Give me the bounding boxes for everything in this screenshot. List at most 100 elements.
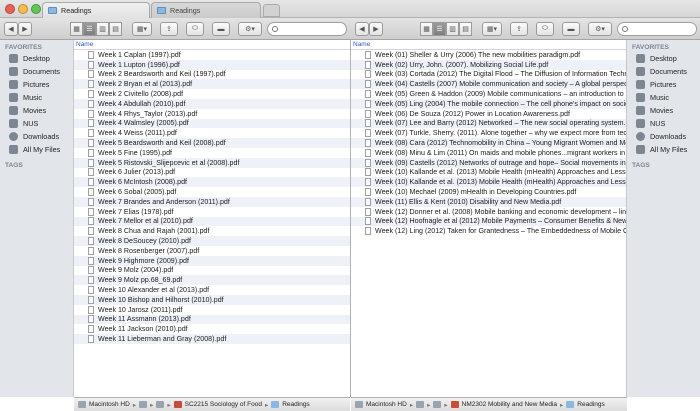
back-button-right[interactable]: ◀ xyxy=(355,22,369,36)
share-button[interactable]: ⇪ xyxy=(160,22,178,36)
close-window-button[interactable] xyxy=(5,4,15,14)
file-row[interactable]: Week 5 Beardsworth and Keil (2008).pdf xyxy=(74,138,350,148)
action-menu-button[interactable]: ⚙▾ xyxy=(238,22,262,36)
file-row[interactable]: Week 11 Assmann (2013).pdf xyxy=(74,314,350,325)
list-view-button-right[interactable]: ☰ xyxy=(433,22,446,36)
sidebar-item-music[interactable]: Music xyxy=(0,91,73,104)
file-row[interactable]: Week 1 Lupton (1996).pdf xyxy=(74,59,350,70)
path-item-macintosh-hd[interactable]: Macintosh HD xyxy=(366,401,407,408)
file-row[interactable]: Week (06) De Souza (2012) Power in Locat… xyxy=(351,109,627,119)
sidebar-item-movies[interactable]: Movies xyxy=(0,104,73,117)
sidebar-item-nus[interactable]: NUS xyxy=(0,117,73,130)
file-row[interactable]: Week (08) Minu & Lim (2011) On maids and… xyxy=(351,148,627,158)
sidebar-item-music[interactable]: Music xyxy=(627,91,700,104)
search-field-right[interactable] xyxy=(617,22,697,36)
name-column-header[interactable]: Name xyxy=(351,40,627,50)
file-row[interactable]: Week 10 Alexander et al (2013).pdf xyxy=(74,285,350,295)
sidebar-item-documents[interactable]: Documents xyxy=(627,65,700,78)
icon-view-button[interactable]: ▦ xyxy=(70,22,83,36)
file-row[interactable]: Week 2 Bryan et al (2013).pdf xyxy=(74,79,350,90)
zoom-window-button[interactable] xyxy=(31,4,41,14)
edit-tags-button-right[interactable]: ⬭ xyxy=(536,22,554,36)
file-row[interactable]: Week (01) Sheller & Urry (2006) The new … xyxy=(351,50,627,60)
forward-button[interactable]: ▶ xyxy=(18,22,32,36)
cover-flow-button[interactable]: ▤ xyxy=(109,22,122,36)
arrange-button-right[interactable]: ▦▾ xyxy=(482,22,502,36)
file-row[interactable]: Week 1 Caplan (1997).pdf xyxy=(74,50,350,60)
file-row[interactable]: Week 4 Abdullah (2010).pdf xyxy=(74,98,350,109)
file-row[interactable]: Week (08) Cara (2012) Technomobility in … xyxy=(351,138,627,148)
tab-readings-right[interactable]: Readings xyxy=(151,2,261,18)
action-menu-button-right[interactable]: ⚙▾ xyxy=(588,22,612,36)
file-row[interactable]: Week 4 Weiss (2011).pdf xyxy=(74,128,350,138)
sidebar-item-nus[interactable]: NUS xyxy=(627,117,700,130)
new-tab-button[interactable] xyxy=(263,4,280,17)
file-row[interactable]: Week 6 Julier (2013).pdf xyxy=(74,168,350,178)
arrange-button[interactable]: ▦▾ xyxy=(132,22,152,36)
tab-readings-left[interactable]: Readings xyxy=(42,2,150,18)
sidebar-item-downloads[interactable]: Downloads xyxy=(627,130,700,143)
edit-tags-button[interactable]: ⬭ xyxy=(186,22,204,36)
sidebar-item-all-my-files[interactable]: All My Files xyxy=(627,143,700,156)
file-row[interactable]: Week 4 Walmsley (2005).pdf xyxy=(74,118,350,129)
sidebar-item-documents[interactable]: Documents xyxy=(0,65,73,78)
file-row[interactable]: Week 5 Fine (1995).pdf xyxy=(74,148,350,158)
file-row[interactable]: Week (12) Ling (2012) Taken for Grantedn… xyxy=(351,226,627,236)
file-row[interactable]: Week (12) Donner et al. (2008) Mobile ba… xyxy=(351,207,627,217)
file-row[interactable]: Week (05) Ling (2004) The mobile connect… xyxy=(351,98,627,109)
column-view-button[interactable]: ▥ xyxy=(96,22,109,36)
file-row[interactable]: Week (11) Ellis & Kent (2010) Disability… xyxy=(351,196,627,207)
file-row[interactable]: Week 2 Civitello (2008).pdf xyxy=(74,89,350,99)
file-row[interactable]: Week 9 Molz (2004).pdf xyxy=(74,266,350,276)
file-row[interactable]: Week 8 Rosenberger (2007).pdf xyxy=(74,246,350,256)
sidebar-item-downloads[interactable]: Downloads xyxy=(0,130,73,143)
file-row[interactable]: Week (10) Mechael (2009) mHealth in Deve… xyxy=(351,187,627,197)
file-row[interactable]: Week 10 Bishop and Hilhorst (2010).pdf xyxy=(74,294,350,305)
new-folder-button-right[interactable]: ▬ xyxy=(562,22,580,36)
sidebar-item-desktop[interactable]: Desktop xyxy=(0,52,73,65)
list-view-button[interactable]: ☰ xyxy=(83,22,96,36)
sidebar-item-movies[interactable]: Movies xyxy=(627,104,700,117)
share-button-right[interactable]: ⇪ xyxy=(510,22,528,36)
file-row[interactable]: Week 6 Sobal (2005).pdf xyxy=(74,187,350,197)
sidebar-item-desktop[interactable]: Desktop xyxy=(627,52,700,65)
file-row[interactable]: Week 6 McIntosh (2008).pdf xyxy=(74,177,350,188)
file-row[interactable]: Week 7 Elias (1978).pdf xyxy=(74,207,350,217)
file-row[interactable]: Week 8 Chua and Rajah (2001).pdf xyxy=(74,226,350,236)
file-row[interactable]: Week (02) Urry, John. (2007). Mobilizing… xyxy=(351,59,627,70)
file-row[interactable]: Week 8 DeSoucey (2010).pdf xyxy=(74,236,350,246)
path-item-readings[interactable]: Readings xyxy=(577,401,604,408)
file-row[interactable]: Week (10) Kallande et al. (2013) Mobile … xyxy=(351,177,627,188)
file-row[interactable]: Week (09) Castells (2012) Networks of ou… xyxy=(351,157,627,168)
file-row[interactable]: Week (12) Hoofnagle et al (2012) Mobile … xyxy=(351,216,627,227)
file-row[interactable]: Week 10 Jarosz (2011).pdf xyxy=(74,305,350,315)
file-row[interactable]: Week 4 Rhys_Taylor (2013).pdf xyxy=(74,109,350,119)
file-row[interactable]: Week 9 Highmore (2009).pdf xyxy=(74,255,350,266)
path-item-readings[interactable]: Readings xyxy=(282,401,309,408)
sidebar-item-all-my-files[interactable]: All My Files xyxy=(0,143,73,156)
file-row[interactable]: Week 11 Jackson (2010).pdf xyxy=(74,324,350,334)
path-item-macintosh-hd[interactable]: Macintosh HD xyxy=(89,401,130,408)
file-row[interactable]: Week (03) Cortada (2012) The Digital Flo… xyxy=(351,70,627,80)
file-row[interactable]: Week (07) Lee and Barry (2012) Networked… xyxy=(351,118,627,129)
file-row[interactable]: Week 9 Molz pp.68_69.pdf xyxy=(74,275,350,286)
path-item-course[interactable]: SC2215 Sociology of Food xyxy=(185,401,262,408)
file-row[interactable]: Week 2 Beardsworth and Keil (1997).pdf xyxy=(74,70,350,80)
file-row[interactable]: Week 11 Lieberman and Gray (2008).pdf xyxy=(74,334,350,344)
name-column-header[interactable]: Name xyxy=(74,40,350,50)
cover-flow-button-right[interactable]: ▤ xyxy=(459,22,472,36)
file-row[interactable]: Week 5 Ristovski_Slijepcevic et al (2008… xyxy=(74,157,350,168)
file-row[interactable]: Week (04) Castells (2007) Mobile communi… xyxy=(351,79,627,90)
sidebar-item-pictures[interactable]: Pictures xyxy=(0,78,73,91)
column-view-button-right[interactable]: ▥ xyxy=(446,22,459,36)
file-row[interactable]: Week (10) Kallande et al. (2013) Mobile … xyxy=(351,168,627,178)
search-field-left[interactable] xyxy=(267,22,347,36)
path-item-course[interactable]: NM2302 Mobility and New Media xyxy=(462,401,557,408)
back-button[interactable]: ◀ xyxy=(4,22,18,36)
minimize-window-button[interactable] xyxy=(18,4,28,14)
file-row[interactable]: Week (07) Turkle, Sherry. (2011). Alone … xyxy=(351,128,627,138)
icon-view-button-right[interactable]: ▦ xyxy=(420,22,433,36)
sidebar-item-pictures[interactable]: Pictures xyxy=(627,78,700,91)
file-row[interactable]: Week 7 Brandes and Anderson (2011).pdf xyxy=(74,196,350,207)
forward-button-right[interactable]: ▶ xyxy=(369,22,383,36)
